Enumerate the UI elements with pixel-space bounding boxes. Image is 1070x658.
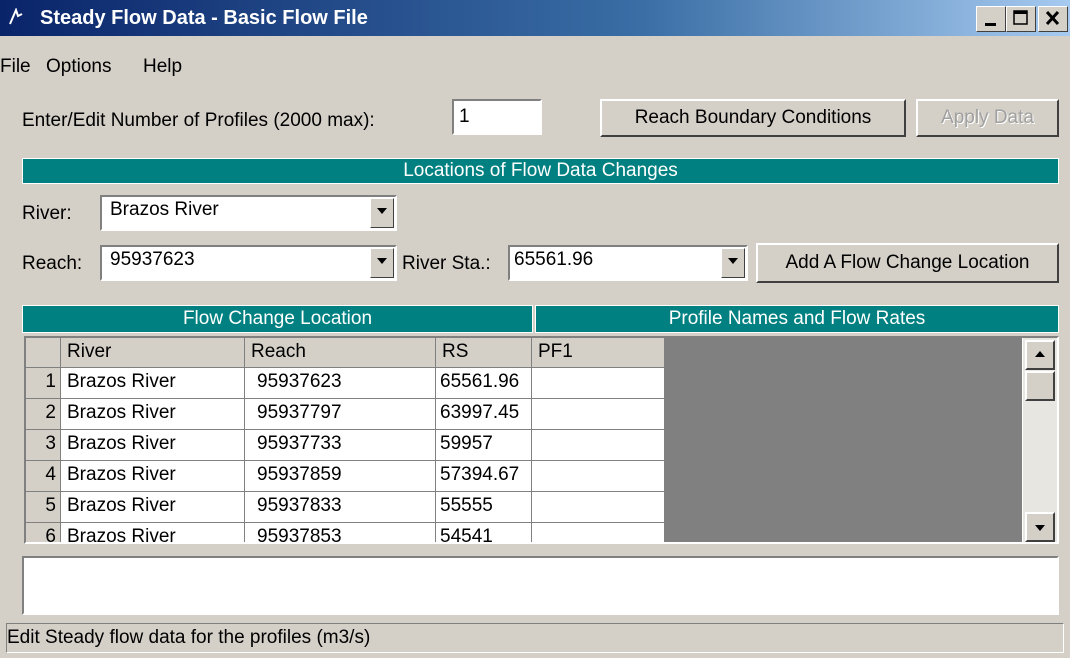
row-number[interactable]: 5 (26, 492, 61, 523)
row-number[interactable]: 3 (26, 430, 61, 461)
minimize-button[interactable] (976, 6, 1006, 32)
reach-label: Reach: (22, 253, 83, 274)
vertical-scrollbar[interactable] (1023, 338, 1057, 542)
reach-select-value: 95937623 (110, 249, 195, 270)
cell-pf1[interactable] (532, 368, 665, 399)
chevron-down-icon (377, 258, 387, 264)
river-dropdown-button[interactable] (370, 198, 394, 228)
cell-rs[interactable]: 59957 (436, 430, 532, 461)
cell-rs[interactable]: 54541 (436, 523, 532, 542)
river-station-label: River Sta.: (402, 253, 491, 274)
chevron-down-icon (728, 258, 738, 264)
river-station-select[interactable]: 65561.96 (508, 245, 748, 281)
river-select[interactable]: Brazos River (100, 195, 397, 231)
profiles-count-input[interactable]: 1 (452, 99, 542, 135)
reach-dropdown-button[interactable] (370, 248, 394, 278)
close-button[interactable] (1038, 6, 1068, 32)
reach-boundary-conditions-button[interactable]: Reach Boundary Conditions (600, 99, 906, 137)
scroll-up-button[interactable] (1025, 340, 1055, 370)
cell-pf1[interactable] (532, 492, 665, 523)
scroll-down-button[interactable] (1025, 512, 1055, 542)
maximize-button[interactable] (1006, 6, 1036, 32)
cell-pf1[interactable] (532, 430, 665, 461)
cell-river[interactable]: Brazos River (61, 523, 245, 542)
cell-river[interactable]: Brazos River (61, 399, 245, 430)
cell-reach[interactable]: 95937833 (245, 492, 436, 523)
cell-rs[interactable]: 55555 (436, 492, 532, 523)
arrow-down-icon (1035, 525, 1045, 531)
cell-river[interactable]: Brazos River (61, 430, 245, 461)
minimize-icon (985, 23, 996, 26)
profiles-label: Enter/Edit Number of Profiles (2000 max)… (22, 110, 375, 131)
chevron-down-icon (377, 208, 387, 214)
river-label: River: (22, 203, 72, 224)
river-select-value: Brazos River (110, 199, 219, 220)
column-header-river: River (61, 338, 245, 368)
cell-reach[interactable]: 95937623 (245, 368, 436, 399)
cell-rs[interactable]: 63997.45 (436, 399, 532, 430)
profile-names-header: Profile Names and Flow Rates (535, 305, 1059, 333)
app-icon (9, 8, 23, 25)
river-station-dropdown-button[interactable] (721, 248, 745, 278)
cell-reach[interactable]: 95937797 (245, 399, 436, 430)
cell-reach[interactable]: 95937853 (245, 523, 436, 542)
cell-pf1[interactable] (532, 461, 665, 492)
column-header-rs: RS (436, 338, 532, 368)
cell-river[interactable]: Brazos River (61, 461, 245, 492)
column-header-reach: Reach (245, 338, 436, 368)
cell-pf1[interactable] (532, 399, 665, 430)
column-header-pf1[interactable]: PF1 (532, 338, 665, 368)
cell-reach[interactable]: 95937859 (245, 461, 436, 492)
flow-change-location-header: Flow Change Location (22, 305, 533, 333)
window-title: Steady Flow Data - Basic Flow File (40, 7, 368, 29)
steady-flow-window: Steady Flow Data - Basic Flow File File … (0, 0, 1070, 658)
cell-rs[interactable]: 57394.67 (436, 461, 532, 492)
row-number[interactable]: 1 (26, 368, 61, 399)
maximize-icon (1013, 10, 1028, 25)
arrow-up-icon (1035, 351, 1045, 357)
status-text: Edit Steady flow data for the profiles (… (7, 627, 371, 648)
close-icon (1045, 10, 1060, 26)
reach-select[interactable]: 95937623 (100, 245, 397, 281)
apply-data-button[interactable]: Apply Data (916, 99, 1059, 137)
empty-grid-area (665, 338, 1022, 542)
cell-pf1[interactable] (532, 523, 665, 542)
row-number[interactable]: 2 (26, 399, 61, 430)
flow-data-grid: River Reach RS PF1 1 Brazos River 959376… (24, 336, 1059, 544)
cell-river[interactable]: Brazos River (61, 368, 245, 399)
add-flow-change-location-button[interactable]: Add A Flow Change Location (756, 243, 1059, 283)
menu-file[interactable]: File (0, 56, 31, 78)
scroll-thumb[interactable] (1025, 371, 1055, 401)
menu-help[interactable]: Help (143, 56, 182, 78)
menu-options[interactable]: Options (46, 56, 111, 78)
cell-river[interactable]: Brazos River (61, 492, 245, 523)
river-station-value: 65561.96 (514, 249, 594, 270)
cell-reach[interactable]: 95937733 (245, 430, 436, 461)
notes-box[interactable] (22, 556, 1059, 615)
row-number[interactable]: 4 (26, 461, 61, 492)
locations-header: Locations of Flow Data Changes (22, 158, 1059, 184)
cell-rs[interactable]: 65561.96 (436, 368, 532, 399)
row-number[interactable]: 6 (26, 523, 61, 542)
profiles-count-value: 1 (459, 106, 470, 127)
corner-cell (26, 338, 61, 368)
title-bar[interactable]: Steady Flow Data - Basic Flow File (0, 0, 1070, 36)
status-bar: Edit Steady flow data for the profiles (… (6, 623, 1064, 653)
